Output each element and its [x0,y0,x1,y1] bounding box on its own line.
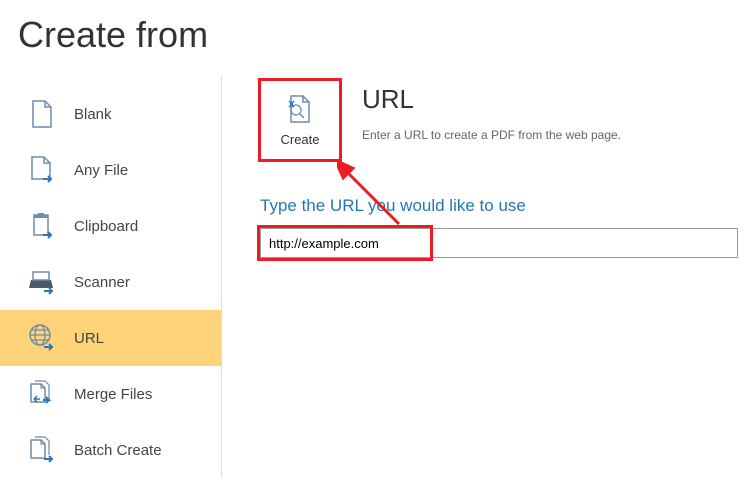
clipboard-icon [28,212,56,240]
sidebar-item-label: Blank [74,106,112,123]
sidebar-item-clipboard[interactable]: Clipboard [0,198,221,254]
create-button-label: Create [280,132,319,147]
create-button[interactable]: Create [258,78,342,162]
sidebar-item-label: Merge Files [74,386,152,403]
any-file-icon [28,156,56,184]
sidebar-item-label: Batch Create [74,442,162,459]
sidebar-item-label: URL [74,330,104,347]
url-input[interactable] [260,228,738,258]
sidebar-item-blank[interactable]: Blank [0,86,221,142]
sidebar-item-label: Any File [74,162,128,179]
input-prompt: Type the URL you would like to use [260,196,526,216]
merge-files-icon [28,380,56,408]
section-title: URL [362,84,414,115]
sidebar-item-label: Clipboard [74,218,138,235]
main-panel: Create URL Enter a URL to create a PDF f… [222,76,750,478]
section-description: Enter a URL to create a PDF from the web… [362,128,621,142]
blank-file-icon [28,100,56,128]
sidebar-item-any-file[interactable]: Any File [0,142,221,198]
sidebar-item-scanner[interactable]: Scanner [0,254,221,310]
sidebar: Blank Any File Clipboard Scanner URL [0,76,222,478]
sidebar-item-merge[interactable]: Merge Files [0,366,221,422]
page-title: Create from [0,0,750,76]
sidebar-item-batch[interactable]: Batch Create [0,422,221,478]
scanner-icon [28,268,56,296]
batch-create-icon [28,436,56,464]
sidebar-item-url[interactable]: URL [0,310,221,366]
globe-icon [28,324,56,352]
create-document-icon [287,94,313,124]
sidebar-item-label: Scanner [74,274,130,291]
